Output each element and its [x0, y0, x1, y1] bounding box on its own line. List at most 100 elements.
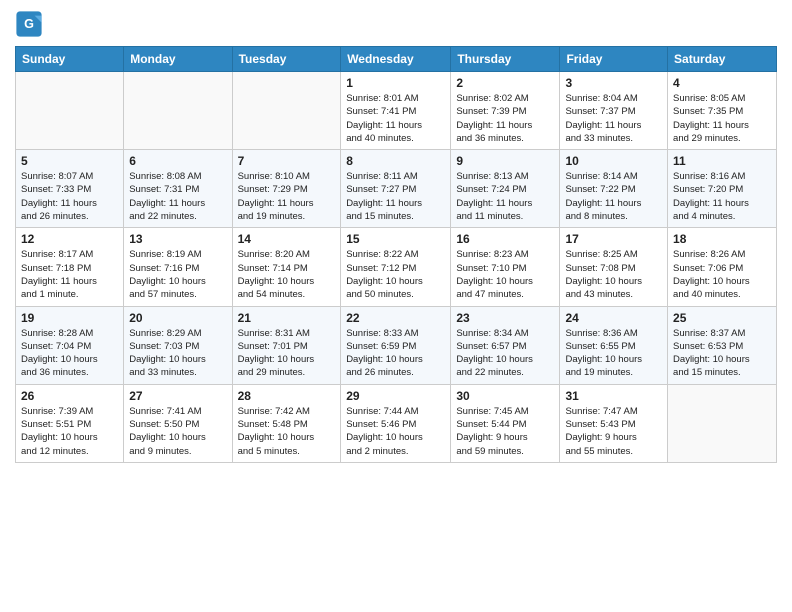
calendar-cell: 10 Sunrise: 8:14 AM Sunset: 7:22 PM Dayli… [560, 150, 668, 228]
calendar-cell [668, 384, 777, 462]
day-number: 31 [565, 389, 662, 403]
logo: G [15, 10, 47, 38]
day-info: Sunrise: 8:05 AM Sunset: 7:35 PM Dayligh… [673, 92, 771, 145]
day-number: 9 [456, 154, 554, 168]
calendar-cell: 11 Sunrise: 8:16 AM Sunset: 7:20 PM Dayli… [668, 150, 777, 228]
calendar-cell: 7 Sunrise: 8:10 AM Sunset: 7:29 PM Daylig… [232, 150, 341, 228]
calendar-cell: 26 Sunrise: 7:39 AM Sunset: 5:51 PM Dayli… [16, 384, 124, 462]
day-number: 29 [346, 389, 445, 403]
day-info: Sunrise: 8:04 AM Sunset: 7:37 PM Dayligh… [565, 92, 662, 145]
day-number: 2 [456, 76, 554, 90]
day-info: Sunrise: 8:02 AM Sunset: 7:39 PM Dayligh… [456, 92, 554, 145]
weekday-tuesday: Tuesday [232, 47, 341, 72]
day-info: Sunrise: 8:08 AM Sunset: 7:31 PM Dayligh… [129, 170, 226, 223]
calendar-cell [124, 72, 232, 150]
day-number: 6 [129, 154, 226, 168]
day-info: Sunrise: 8:34 AM Sunset: 6:57 PM Dayligh… [456, 327, 554, 380]
day-info: Sunrise: 8:07 AM Sunset: 7:33 PM Dayligh… [21, 170, 118, 223]
day-info: Sunrise: 8:10 AM Sunset: 7:29 PM Dayligh… [238, 170, 336, 223]
calendar-cell: 18 Sunrise: 8:26 AM Sunset: 7:06 PM Dayli… [668, 228, 777, 306]
weekday-friday: Friday [560, 47, 668, 72]
calendar-cell: 30 Sunrise: 7:45 AM Sunset: 5:44 PM Dayli… [451, 384, 560, 462]
day-info: Sunrise: 8:26 AM Sunset: 7:06 PM Dayligh… [673, 248, 771, 301]
weekday-monday: Monday [124, 47, 232, 72]
day-info: Sunrise: 8:31 AM Sunset: 7:01 PM Dayligh… [238, 327, 336, 380]
day-info: Sunrise: 8:33 AM Sunset: 6:59 PM Dayligh… [346, 327, 445, 380]
page-header: G [15, 10, 777, 38]
day-number: 18 [673, 232, 771, 246]
svg-text:G: G [24, 17, 34, 31]
day-number: 11 [673, 154, 771, 168]
day-number: 30 [456, 389, 554, 403]
day-number: 21 [238, 311, 336, 325]
day-number: 15 [346, 232, 445, 246]
day-number: 12 [21, 232, 118, 246]
day-number: 20 [129, 311, 226, 325]
calendar-cell: 2 Sunrise: 8:02 AM Sunset: 7:39 PM Daylig… [451, 72, 560, 150]
day-number: 13 [129, 232, 226, 246]
day-number: 27 [129, 389, 226, 403]
week-row-1: 1 Sunrise: 8:01 AM Sunset: 7:41 PM Daylig… [16, 72, 777, 150]
day-info: Sunrise: 7:45 AM Sunset: 5:44 PM Dayligh… [456, 405, 554, 458]
day-number: 19 [21, 311, 118, 325]
day-info: Sunrise: 7:39 AM Sunset: 5:51 PM Dayligh… [21, 405, 118, 458]
day-number: 26 [21, 389, 118, 403]
calendar-cell: 29 Sunrise: 7:44 AM Sunset: 5:46 PM Dayli… [341, 384, 451, 462]
day-number: 17 [565, 232, 662, 246]
day-info: Sunrise: 8:23 AM Sunset: 7:10 PM Dayligh… [456, 248, 554, 301]
day-number: 1 [346, 76, 445, 90]
calendar-cell: 13 Sunrise: 8:19 AM Sunset: 7:16 PM Dayli… [124, 228, 232, 306]
day-info: Sunrise: 7:41 AM Sunset: 5:50 PM Dayligh… [129, 405, 226, 458]
day-info: Sunrise: 8:28 AM Sunset: 7:04 PM Dayligh… [21, 327, 118, 380]
weekday-thursday: Thursday [451, 47, 560, 72]
calendar-cell: 5 Sunrise: 8:07 AM Sunset: 7:33 PM Daylig… [16, 150, 124, 228]
day-info: Sunrise: 8:14 AM Sunset: 7:22 PM Dayligh… [565, 170, 662, 223]
day-info: Sunrise: 8:25 AM Sunset: 7:08 PM Dayligh… [565, 248, 662, 301]
day-number: 4 [673, 76, 771, 90]
day-info: Sunrise: 8:19 AM Sunset: 7:16 PM Dayligh… [129, 248, 226, 301]
weekday-sunday: Sunday [16, 47, 124, 72]
calendar-cell: 14 Sunrise: 8:20 AM Sunset: 7:14 PM Dayli… [232, 228, 341, 306]
calendar-cell: 27 Sunrise: 7:41 AM Sunset: 5:50 PM Dayli… [124, 384, 232, 462]
day-info: Sunrise: 8:16 AM Sunset: 7:20 PM Dayligh… [673, 170, 771, 223]
calendar-cell: 16 Sunrise: 8:23 AM Sunset: 7:10 PM Dayli… [451, 228, 560, 306]
day-info: Sunrise: 8:13 AM Sunset: 7:24 PM Dayligh… [456, 170, 554, 223]
day-info: Sunrise: 7:47 AM Sunset: 5:43 PM Dayligh… [565, 405, 662, 458]
calendar-cell: 12Sunrise: 8:17 AM Sunset: 7:18 PM Dayli… [16, 228, 124, 306]
day-info: Sunrise: 8:20 AM Sunset: 7:14 PM Dayligh… [238, 248, 336, 301]
day-info: Sunrise: 8:11 AM Sunset: 7:27 PM Dayligh… [346, 170, 445, 223]
calendar-cell: 20 Sunrise: 8:29 AM Sunset: 7:03 PM Dayli… [124, 306, 232, 384]
calendar-cell: 31 Sunrise: 7:47 AM Sunset: 5:43 PM Dayli… [560, 384, 668, 462]
day-info: Sunrise: 8:29 AM Sunset: 7:03 PM Dayligh… [129, 327, 226, 380]
calendar-cell: 23Sunrise: 8:34 AM Sunset: 6:57 PM Dayli… [451, 306, 560, 384]
calendar-cell: 22Sunrise: 8:33 AM Sunset: 6:59 PM Dayli… [341, 306, 451, 384]
week-row-2: 5 Sunrise: 8:07 AM Sunset: 7:33 PM Daylig… [16, 150, 777, 228]
day-info: Sunrise: 8:01 AM Sunset: 7:41 PM Dayligh… [346, 92, 445, 145]
calendar-cell: 24 Sunrise: 8:36 AM Sunset: 6:55 PM Dayli… [560, 306, 668, 384]
day-number: 5 [21, 154, 118, 168]
week-row-3: 12Sunrise: 8:17 AM Sunset: 7:18 PM Dayli… [16, 228, 777, 306]
calendar-cell: 15 Sunrise: 8:22 AM Sunset: 7:12 PM Dayli… [341, 228, 451, 306]
logo-icon: G [15, 10, 43, 38]
day-info: Sunrise: 8:36 AM Sunset: 6:55 PM Dayligh… [565, 327, 662, 380]
day-number: 10 [565, 154, 662, 168]
day-number: 3 [565, 76, 662, 90]
calendar-cell: 19 Sunrise: 8:28 AM Sunset: 7:04 PM Dayli… [16, 306, 124, 384]
day-number: 24 [565, 311, 662, 325]
calendar-cell: 28Sunrise: 7:42 AM Sunset: 5:48 PM Dayli… [232, 384, 341, 462]
calendar-cell: 25Sunrise: 8:37 AM Sunset: 6:53 PM Dayli… [668, 306, 777, 384]
week-row-4: 19 Sunrise: 8:28 AM Sunset: 7:04 PM Dayli… [16, 306, 777, 384]
calendar-cell: 6 Sunrise: 8:08 AM Sunset: 7:31 PM Daylig… [124, 150, 232, 228]
day-number: 16 [456, 232, 554, 246]
calendar-cell: 8Sunrise: 8:11 AM Sunset: 7:27 PM Daylig… [341, 150, 451, 228]
weekday-wednesday: Wednesday [341, 47, 451, 72]
day-number: 7 [238, 154, 336, 168]
day-info: Sunrise: 8:22 AM Sunset: 7:12 PM Dayligh… [346, 248, 445, 301]
calendar-cell: 1 Sunrise: 8:01 AM Sunset: 7:41 PM Daylig… [341, 72, 451, 150]
calendar-cell: 3 Sunrise: 8:04 AM Sunset: 7:37 PM Daylig… [560, 72, 668, 150]
day-info: Sunrise: 7:44 AM Sunset: 5:46 PM Dayligh… [346, 405, 445, 458]
calendar-cell [232, 72, 341, 150]
calendar-table: SundayMondayTuesdayWednesdayThursdayFrid… [15, 46, 777, 463]
calendar-cell: 17 Sunrise: 8:25 AM Sunset: 7:08 PM Dayli… [560, 228, 668, 306]
day-number: 14 [238, 232, 336, 246]
